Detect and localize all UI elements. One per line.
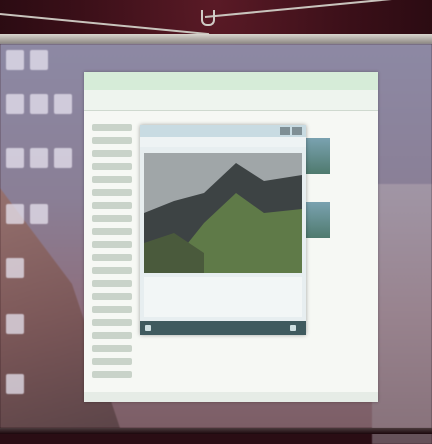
explorer-address-bar[interactable] — [84, 90, 378, 111]
desktop-icon[interactable] — [54, 148, 72, 168]
close-button[interactable] — [292, 127, 302, 135]
desktop-icon[interactable] — [30, 148, 48, 168]
nav-item[interactable] — [92, 358, 132, 365]
nav-item[interactable] — [92, 163, 132, 170]
explorer-navigation-pane[interactable] — [92, 118, 132, 388]
desktop-icon[interactable] — [6, 94, 24, 114]
nav-item[interactable] — [92, 241, 132, 248]
nav-item[interactable] — [92, 319, 132, 326]
desktop-icon[interactable] — [6, 374, 24, 394]
viewer-controls-area[interactable] — [144, 277, 302, 317]
mountain-photo-graphic — [144, 153, 302, 273]
explorer-status-bar — [84, 392, 378, 402]
desktop-icon[interactable] — [6, 50, 24, 70]
screen-hook — [201, 10, 215, 26]
photo-viewer-window[interactable] — [140, 125, 306, 335]
nav-item[interactable] — [92, 202, 132, 209]
start-icon[interactable] — [145, 325, 151, 331]
nav-item[interactable] — [92, 124, 132, 131]
desktop-icon[interactable] — [6, 258, 24, 278]
nav-item[interactable] — [92, 215, 132, 222]
nav-item[interactable] — [92, 332, 132, 339]
tray-icon[interactable] — [290, 325, 296, 331]
desktop-icon[interactable] — [6, 148, 24, 168]
screen-top-rod — [0, 34, 432, 44]
desktop-icon[interactable] — [6, 204, 24, 224]
nav-item[interactable] — [92, 306, 132, 313]
image-thumbnail[interactable] — [306, 138, 330, 174]
mountain-photo — [144, 153, 302, 273]
nav-item[interactable] — [92, 189, 132, 196]
explorer-title-bar[interactable] — [84, 72, 378, 90]
viewer-taskbar[interactable] — [140, 321, 306, 335]
nav-item[interactable] — [92, 371, 132, 378]
minimize-button[interactable] — [280, 127, 290, 135]
nav-item[interactable] — [92, 345, 132, 352]
desktop-icon[interactable] — [30, 94, 48, 114]
nav-item[interactable] — [92, 176, 132, 183]
nav-item[interactable] — [92, 280, 132, 287]
nav-item[interactable] — [92, 150, 132, 157]
screen-bottom-edge — [0, 428, 432, 434]
nav-item[interactable] — [92, 137, 132, 144]
nav-item[interactable] — [92, 228, 132, 235]
viewer-menu-bar[interactable] — [140, 137, 306, 147]
image-thumbnail[interactable] — [306, 202, 330, 238]
nav-item[interactable] — [92, 293, 132, 300]
nav-item[interactable] — [92, 254, 132, 261]
desktop-icon[interactable] — [30, 204, 48, 224]
desktop-icon[interactable] — [54, 94, 72, 114]
desktop-icon[interactable] — [6, 314, 24, 334]
desktop-wallpaper-right — [372, 184, 432, 444]
nav-item[interactable] — [92, 267, 132, 274]
desktop-icon[interactable] — [30, 50, 48, 70]
